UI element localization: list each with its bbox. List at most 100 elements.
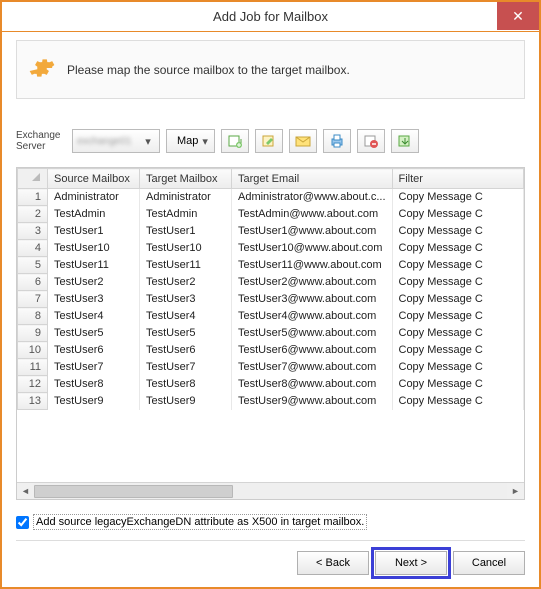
print-button[interactable]: [323, 129, 351, 153]
scroll-track[interactable]: [34, 483, 507, 500]
legacy-dn-label[interactable]: Add source legacyExchangeDN attribute as…: [33, 514, 367, 530]
row-number: 9: [18, 325, 48, 342]
row-number: 7: [18, 291, 48, 308]
col-target[interactable]: Target Mailbox: [140, 169, 232, 189]
table-body: 1AdministratorAdministratorAdministrator…: [18, 189, 524, 410]
scroll-thumb[interactable]: [34, 485, 233, 498]
cell-email: TestUser6@www.about.com: [232, 342, 393, 359]
cell-target: Administrator: [140, 189, 232, 206]
row-number: 5: [18, 257, 48, 274]
table-row[interactable]: 3TestUser1TestUser1TestUser1@www.about.c…: [18, 223, 524, 240]
wizard-buttons: < Back Next > Cancel: [16, 540, 525, 575]
cell-filter: Copy Message C: [392, 393, 524, 410]
exchange-server-select[interactable]: exchange01 ▾: [72, 129, 160, 153]
close-button[interactable]: ✕: [497, 2, 539, 30]
cell-filter: Copy Message C: [392, 291, 524, 308]
table-row[interactable]: 10TestUser6TestUser6TestUser6@www.about.…: [18, 342, 524, 359]
cell-email: Administrator@www.about.c...: [232, 189, 393, 206]
cell-filter: Copy Message C: [392, 325, 524, 342]
cell-source: TestUser4: [48, 308, 140, 325]
table-row[interactable]: 5TestUser11TestUser11TestUser11@www.abou…: [18, 257, 524, 274]
cell-filter: Copy Message C: [392, 342, 524, 359]
table-row[interactable]: 12TestUser8TestUser8TestUser8@www.about.…: [18, 376, 524, 393]
cell-target: TestUser4: [140, 308, 232, 325]
cell-filter: Copy Message C: [392, 240, 524, 257]
cell-source: TestUser3: [48, 291, 140, 308]
cell-target: TestUser2: [140, 274, 232, 291]
window-title: Add Job for Mailbox: [213, 9, 328, 24]
cell-source: TestUser5: [48, 325, 140, 342]
row-number: 8: [18, 308, 48, 325]
mailbox-table: Source Mailbox Target Mailbox Target Ema…: [16, 167, 525, 500]
cell-target: TestUser1: [140, 223, 232, 240]
table-row[interactable]: 11TestUser7TestUser7TestUser7@www.about.…: [18, 359, 524, 376]
cell-filter: Copy Message C: [392, 376, 524, 393]
cell-email: TestAdmin@www.about.com: [232, 206, 393, 223]
col-email[interactable]: Target Email: [232, 169, 393, 189]
cell-filter: Copy Message C: [392, 189, 524, 206]
table-row[interactable]: 1AdministratorAdministratorAdministrator…: [18, 189, 524, 206]
cell-source: TestUser11: [48, 257, 140, 274]
next-button[interactable]: Next >: [375, 551, 447, 575]
row-number: 3: [18, 223, 48, 240]
table-row[interactable]: 6TestUser2TestUser2TestUser2@www.about.c…: [18, 274, 524, 291]
cell-email: TestUser8@www.about.com: [232, 376, 393, 393]
cell-filter: Copy Message C: [392, 257, 524, 274]
cell-source: TestUser2: [48, 274, 140, 291]
cell-target: TestUser3: [140, 291, 232, 308]
map-button-label: Map: [177, 135, 198, 147]
cell-source: TestUser10: [48, 240, 140, 257]
cell-target: TestUser11: [140, 257, 232, 274]
row-number: 4: [18, 240, 48, 257]
table-row[interactable]: 13TestUser9TestUser9TestUser9@www.about.…: [18, 393, 524, 410]
cell-email: TestUser11@www.about.com: [232, 257, 393, 274]
chevron-down-icon: ▾: [202, 135, 208, 148]
table-row[interactable]: 9TestUser5TestUser5TestUser5@www.about.c…: [18, 325, 524, 342]
cell-source: Administrator: [48, 189, 140, 206]
edit-row-button[interactable]: [255, 129, 283, 153]
toolbar: Exchange Server exchange01 ▾ Map ▾: [16, 129, 525, 153]
cell-target: TestAdmin: [140, 206, 232, 223]
cell-target: TestUser5: [140, 325, 232, 342]
cell-email: TestUser10@www.about.com: [232, 240, 393, 257]
cell-filter: Copy Message C: [392, 308, 524, 325]
table-row[interactable]: 4TestUser10TestUser10TestUser10@www.abou…: [18, 240, 524, 257]
cancel-button[interactable]: Cancel: [453, 551, 525, 575]
info-message: Please map the source mailbox to the tar…: [67, 63, 350, 77]
cell-email: TestUser4@www.about.com: [232, 308, 393, 325]
cell-target: TestUser7: [140, 359, 232, 376]
cell-filter: Copy Message C: [392, 359, 524, 376]
scroll-right-icon[interactable]: ►: [507, 483, 524, 500]
scroll-left-icon[interactable]: ◄: [17, 483, 34, 500]
export-button[interactable]: [391, 129, 419, 153]
cell-source: TestUser8: [48, 376, 140, 393]
titlebar: Add Job for Mailbox ✕: [2, 2, 539, 32]
close-icon: ✕: [512, 8, 524, 25]
table-row[interactable]: 7TestUser3TestUser3TestUser3@www.about.c…: [18, 291, 524, 308]
add-row-button[interactable]: [221, 129, 249, 153]
cell-email: TestUser7@www.about.com: [232, 359, 393, 376]
gear-icon: [29, 55, 55, 84]
cell-email: TestUser3@www.about.com: [232, 291, 393, 308]
cell-source: TestUser6: [48, 342, 140, 359]
col-source[interactable]: Source Mailbox: [48, 169, 140, 189]
delete-button[interactable]: [357, 129, 385, 153]
envelope-button[interactable]: [289, 129, 317, 153]
cell-source: TestUser7: [48, 359, 140, 376]
col-filter[interactable]: Filter: [392, 169, 524, 189]
cell-filter: Copy Message C: [392, 206, 524, 223]
cell-source: TestAdmin: [48, 206, 140, 223]
col-rownum[interactable]: [18, 169, 48, 189]
row-number: 6: [18, 274, 48, 291]
info-panel: Please map the source mailbox to the tar…: [16, 40, 525, 99]
cell-email: TestUser9@www.about.com: [232, 393, 393, 410]
legacy-dn-checkbox[interactable]: [16, 516, 29, 529]
map-button[interactable]: Map ▾: [166, 129, 215, 153]
legacy-dn-checkbox-row: Add source legacyExchangeDN attribute as…: [16, 514, 525, 530]
table-row[interactable]: 2TestAdminTestAdminTestAdmin@www.about.c…: [18, 206, 524, 223]
horizontal-scrollbar[interactable]: ◄ ►: [17, 482, 524, 499]
back-button[interactable]: < Back: [297, 551, 369, 575]
table-row[interactable]: 8TestUser4TestUser4TestUser4@www.about.c…: [18, 308, 524, 325]
row-number: 10: [18, 342, 48, 359]
cell-filter: Copy Message C: [392, 223, 524, 240]
